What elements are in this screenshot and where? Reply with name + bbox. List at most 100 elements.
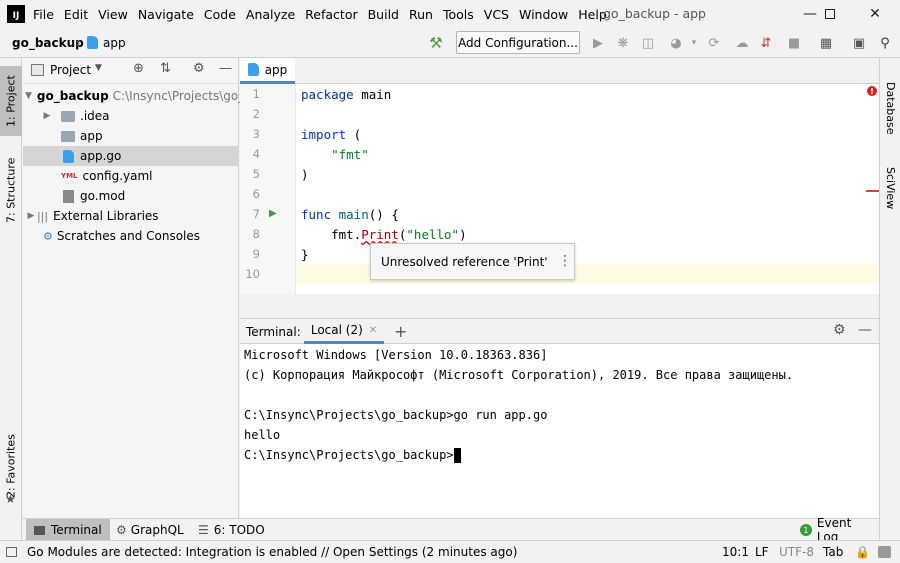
stop-icon[interactable]: ■	[786, 35, 802, 51]
toolwindow-label: 6: TODO	[213, 523, 265, 537]
project-panel-header: Project ▼ ⊕ ⇅ ⚙ —	[23, 58, 238, 84]
status-message[interactable]: Go Modules are detected: Integration is …	[27, 545, 517, 559]
line-number: 8	[252, 227, 260, 241]
concurrency-icon[interactable]: ⟳	[706, 35, 722, 51]
close-tab-icon[interactable]: ✕	[369, 325, 377, 336]
menu-build[interactable]: Build	[368, 7, 399, 22]
menu-tools[interactable]: Tools	[443, 7, 474, 22]
hide-panel-icon[interactable]: —	[858, 322, 872, 338]
code-line-3: import (	[301, 127, 362, 142]
file-encoding[interactable]: UTF-8	[779, 545, 814, 559]
chevron-down-icon[interactable]: ▼	[25, 91, 32, 101]
editor-tab-app[interactable]: app	[240, 58, 295, 84]
debug-icon[interactable]: ❋	[615, 35, 631, 51]
line-number: 3	[252, 127, 260, 141]
run-gutter-icon[interactable]: ▶	[269, 208, 277, 219]
menu-edit[interactable]: Edit	[64, 7, 88, 22]
line-separator[interactable]: LF	[755, 545, 769, 559]
error-stripe-mark[interactable]	[866, 190, 879, 192]
left-tool-strip: 1: Project 7: Structure 2: Favorites ★	[0, 58, 22, 540]
add-configuration-button[interactable]: Add Configuration...	[456, 31, 580, 54]
indent-setting[interactable]: Tab	[823, 545, 843, 559]
menu-code[interactable]: Code	[204, 7, 236, 22]
terminal-tab-label: Local (2)	[310, 323, 363, 337]
menu-vcs[interactable]: VCS	[484, 7, 509, 22]
right-tool-strip: Database SciView	[879, 58, 900, 540]
code-line-7: func main() {	[301, 207, 399, 222]
attach-icon[interactable]: ☁	[734, 35, 750, 51]
chevron-right-icon[interactable]: ▶	[41, 111, 53, 121]
profile-icon[interactable]: ◕	[668, 35, 684, 51]
caret-position[interactable]: 10:1	[722, 545, 749, 559]
chevron-down-icon[interactable]: ▾	[686, 35, 702, 51]
tree-item-label: app	[80, 129, 103, 143]
tree-item-app-folder[interactable]: app	[23, 126, 239, 146]
tab-database[interactable]: Database	[880, 78, 900, 138]
project-structure-icon[interactable]: ▦	[818, 35, 834, 51]
menu-run[interactable]: Run	[409, 7, 433, 22]
tree-item-config-yaml[interactable]: YML config.yaml	[23, 166, 239, 186]
tree-item-external-libraries[interactable]: ▶ ||| External Libraries	[23, 206, 239, 226]
toolwindow-event-log[interactable]: 1 Event Log	[800, 516, 876, 544]
code-line-4: "fmt"	[301, 147, 369, 162]
hide-panel-icon[interactable]: —	[219, 61, 232, 76]
presentation-icon[interactable]: ▣	[851, 35, 867, 51]
tree-item-scratches[interactable]: ⚙ Scratches and Consoles	[23, 226, 239, 246]
collapse-all-icon[interactable]: ⇅	[160, 61, 171, 76]
build-hammer-icon[interactable]: ⚒	[428, 34, 444, 52]
chevron-right-icon[interactable]: ▶	[25, 211, 37, 221]
add-terminal-icon[interactable]: +	[394, 322, 407, 341]
run-icon[interactable]: ▶	[590, 35, 606, 51]
menu-file[interactable]: File	[33, 7, 54, 22]
menu-window[interactable]: Window	[519, 7, 568, 22]
memory-indicator-icon[interactable]	[878, 546, 891, 558]
line-number: 2	[252, 107, 260, 121]
locate-icon[interactable]: ⊕	[133, 61, 144, 76]
project-panel-title[interactable]: Project	[50, 63, 91, 77]
breadcrumb-project[interactable]: go_backup	[12, 36, 84, 50]
layout-toggle-icon[interactable]	[6, 547, 17, 557]
terminal-output[interactable]: Microsoft Windows [Version 10.0.18363.83…	[240, 344, 879, 518]
menu-refactor[interactable]: Refactor	[305, 7, 357, 22]
tree-item-idea[interactable]: ▶ .idea	[23, 106, 239, 126]
star-icon: ★	[5, 492, 16, 506]
toolwindow-terminal[interactable]: Terminal	[26, 519, 110, 541]
tab-project[interactable]: 1: Project	[0, 66, 22, 136]
tree-item-label: config.yaml	[82, 169, 153, 183]
menu-bar: IJ File Edit View Navigate Code Analyze …	[0, 0, 900, 28]
maximize-icon[interactable]	[812, 0, 848, 28]
search-icon[interactable]: ⚲	[877, 35, 893, 51]
go-file-icon	[247, 63, 259, 76]
chevron-down-icon[interactable]: ▼	[95, 63, 102, 73]
menu-navigate[interactable]: Navigate	[138, 7, 194, 22]
error-tooltip: Unresolved reference 'Print' ⋮	[370, 243, 575, 280]
navigation-bar: go_backup › app ⚒ Add Configuration... ▶…	[0, 28, 900, 58]
tab-sciview[interactable]: SciView	[880, 164, 900, 212]
gear-icon[interactable]: ⚙	[833, 322, 846, 338]
tree-item-app-go[interactable]: app.go	[23, 146, 239, 166]
toolwindow-label: Terminal	[51, 523, 102, 537]
folder-icon	[61, 130, 75, 142]
lock-icon[interactable]: 🔒	[855, 545, 870, 559]
gear-icon[interactable]: ⚙	[193, 61, 205, 76]
tab-structure[interactable]: 7: Structure	[0, 150, 22, 230]
line-number: 5	[252, 167, 260, 181]
tree-item-go-mod[interactable]: go.mod	[23, 186, 239, 206]
menu-view[interactable]: View	[98, 7, 128, 22]
terminal-cursor	[453, 448, 461, 463]
terminal-tab-local[interactable]: Local (2) ✕	[304, 319, 384, 344]
menu-analyze[interactable]: Analyze	[246, 7, 295, 22]
toolwindow-graphql[interactable]: ⚙ GraphQL	[112, 519, 192, 541]
toolwindow-todo[interactable]: ☰ 6: TODO	[198, 519, 268, 541]
project-view-icon	[31, 64, 44, 76]
breadcrumb-file[interactable]: app	[103, 36, 126, 50]
tree-item-root[interactable]: ▼ go_backup C:\Insync\Projects\go_backup	[23, 86, 288, 106]
coverage-icon[interactable]: ◫	[640, 35, 656, 51]
app-logo-icon[interactable]: IJ	[7, 5, 25, 23]
terminal-line: hello	[244, 428, 281, 442]
error-indicator-icon[interactable]: !	[867, 86, 877, 96]
update-icon[interactable]: ⇵	[758, 35, 774, 51]
more-actions-icon[interactable]: ⋮	[558, 253, 572, 269]
close-window-icon[interactable]: ✕	[857, 0, 893, 28]
libraries-icon: |||	[37, 209, 49, 223]
